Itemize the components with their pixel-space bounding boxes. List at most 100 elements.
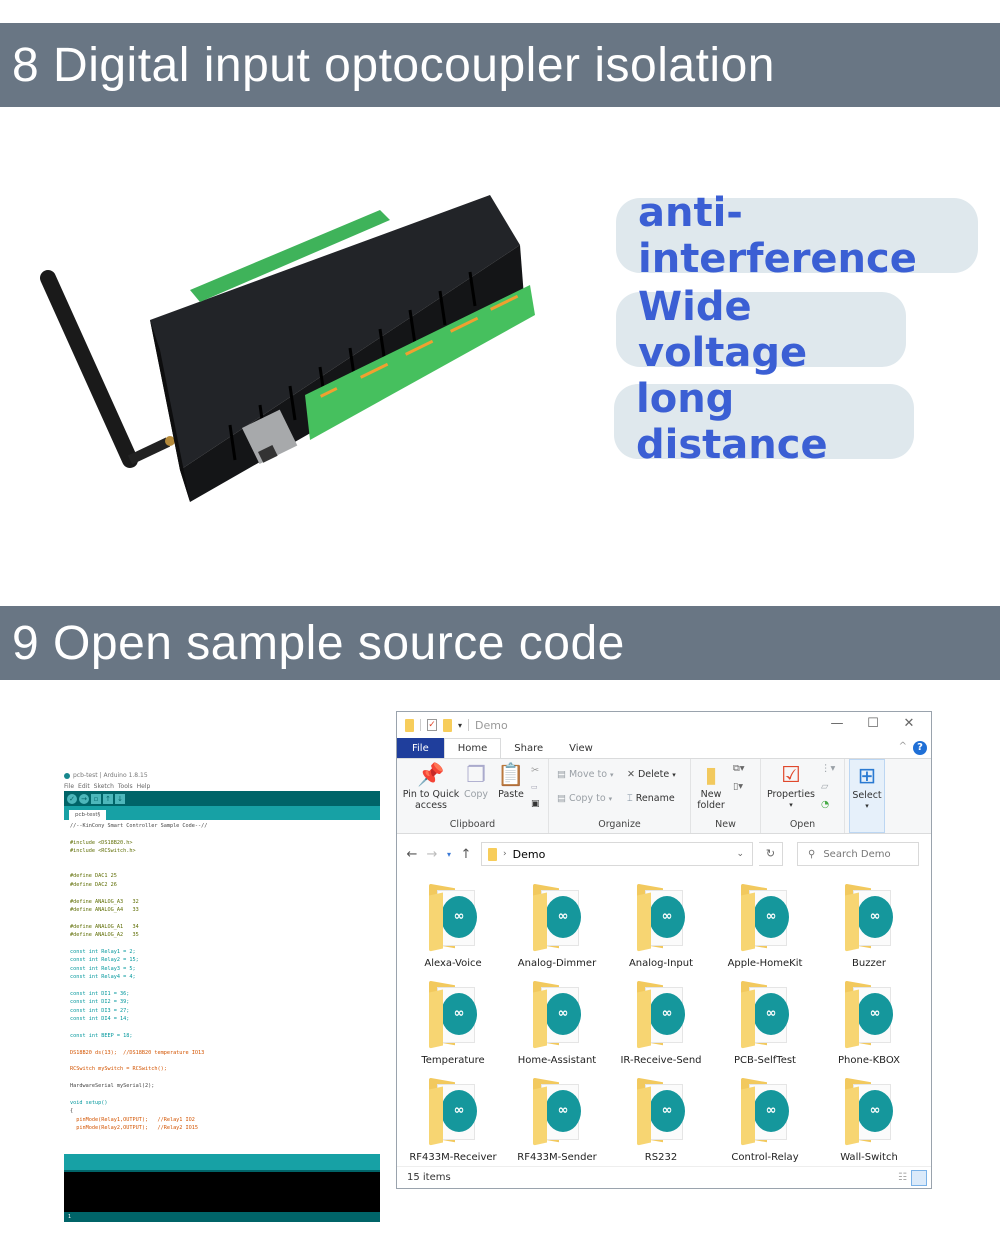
address-dropdown-icon[interactable]: ⌄ bbox=[736, 849, 744, 859]
new-icon[interactable]: ▫ bbox=[91, 793, 101, 804]
folder-item[interactable]: ∞ RS232 bbox=[611, 1077, 711, 1163]
arduino-folder-icon: ∞ bbox=[739, 883, 791, 952]
folder-item[interactable]: ∞ Apple-HomeKit bbox=[715, 883, 815, 969]
search-input[interactable]: ⚲ Search Demo bbox=[797, 842, 919, 866]
rename-button[interactable]: ⌶ Rename bbox=[627, 793, 675, 804]
easy-access-icon[interactable]: ▯▾ bbox=[733, 781, 743, 792]
folder-name: RS232 bbox=[644, 1152, 678, 1163]
pin-to-quick-access-button[interactable]: 📌 Pin to Quick access bbox=[401, 763, 461, 811]
ribbon-tabs: File Home Share View ^ ? bbox=[397, 738, 931, 758]
menu-file[interactable]: File bbox=[64, 783, 74, 790]
collapse-ribbon-icon[interactable]: ^ bbox=[899, 741, 907, 752]
select-button[interactable]: ⊞ Select ▾ bbox=[850, 764, 884, 812]
paste-button[interactable]: 📋 Paste bbox=[495, 763, 527, 800]
folder-item[interactable]: ∞ Wall-Switch bbox=[819, 1077, 919, 1163]
paste-shortcut-icon[interactable]: ▣ bbox=[531, 799, 540, 809]
code-line: const int Relay1 = 2; bbox=[70, 948, 136, 955]
open-group-label: Open bbox=[789, 819, 816, 830]
folder-item[interactable]: ∞ Analog-Input bbox=[611, 883, 711, 969]
new-folder-quick-icon[interactable] bbox=[443, 718, 452, 732]
editor-console-divider[interactable] bbox=[64, 1154, 380, 1172]
arduino-folder-icon: ∞ bbox=[635, 980, 687, 1049]
copy-icon: ❐ bbox=[466, 763, 486, 788]
explorer-window-title: Demo bbox=[475, 718, 508, 732]
arduino-title-bar: pcb-test | Arduino 1.8.15 bbox=[64, 770, 380, 781]
upload-icon[interactable]: → bbox=[79, 793, 89, 804]
large-icons-view-button[interactable] bbox=[911, 1170, 927, 1186]
details-view-button[interactable]: ☷ bbox=[898, 1172, 907, 1183]
maximize-button[interactable]: ☐ bbox=[855, 712, 891, 738]
address-bar[interactable]: › Demo ⌄ bbox=[481, 842, 753, 866]
folder-item[interactable]: ∞ Phone-KBOX bbox=[819, 980, 919, 1066]
new-item-icon[interactable]: ⧉▾ bbox=[733, 763, 745, 774]
status-bar: 15 items ☷ bbox=[397, 1166, 931, 1188]
output-console bbox=[64, 1172, 380, 1212]
verify-icon[interactable]: ✓ bbox=[67, 793, 77, 804]
code-editor[interactable]: //--KinCony Smart Controller Sample Code… bbox=[64, 820, 380, 1154]
save-icon[interactable]: ↓ bbox=[115, 793, 125, 804]
folder-item[interactable]: ∞ IR-Receive-Send bbox=[611, 980, 711, 1066]
up-button[interactable]: ↑ bbox=[459, 847, 473, 862]
folder-name: Apple-HomeKit bbox=[727, 958, 803, 969]
back-button[interactable]: ← bbox=[405, 847, 419, 862]
tab-home[interactable]: Home bbox=[443, 738, 502, 758]
edit-icon[interactable]: ▱ bbox=[821, 781, 828, 792]
folder-item[interactable]: ∞ Control-Relay bbox=[715, 1077, 815, 1163]
folder-item[interactable]: ∞ RF433M-Receiver bbox=[403, 1077, 503, 1163]
menu-sketch[interactable]: Sketch bbox=[94, 783, 114, 790]
recent-locations-icon[interactable]: ▾ bbox=[445, 850, 453, 859]
address-bar-row: ← → ▾ ↑ › Demo ⌄ ↻ ⚲ Search Demo bbox=[397, 834, 931, 874]
history-icon[interactable]: ◔ bbox=[821, 799, 829, 810]
open-icon[interactable]: ↑ bbox=[103, 793, 113, 804]
sketch-tab[interactable]: pcb-test§ bbox=[69, 810, 107, 820]
copy-button[interactable]: ❐ Copy bbox=[461, 763, 491, 800]
forward-button[interactable]: → bbox=[425, 847, 439, 862]
folder-name: Phone-KBOX bbox=[838, 1055, 900, 1066]
refresh-button[interactable]: ↻ bbox=[759, 842, 783, 866]
select-group[interactable]: ⊞ Select ▾ bbox=[849, 759, 885, 833]
help-icon[interactable]: ? bbox=[913, 741, 927, 755]
minimize-button[interactable]: — bbox=[819, 712, 855, 738]
close-button[interactable]: ✕ bbox=[891, 712, 927, 738]
menu-help[interactable]: Help bbox=[137, 783, 151, 790]
folder-item[interactable]: ∞ Temperature bbox=[403, 980, 503, 1066]
quick-access-dropdown-icon[interactable]: ▾ bbox=[458, 721, 462, 730]
select-icon: ⊞ bbox=[857, 764, 877, 789]
move-to-button[interactable]: ▤ Move to ▾ bbox=[557, 769, 614, 780]
folder-item[interactable]: ∞ PCB-SelfTest bbox=[715, 980, 815, 1066]
new-folder-button[interactable]: ▮ New folder bbox=[693, 763, 729, 811]
properties-button[interactable]: ☑ Properties ▾ bbox=[763, 763, 819, 811]
delete-button[interactable]: ✕ Delete ▾ bbox=[627, 769, 676, 780]
code-line: #include <RCSwitch.h> bbox=[70, 848, 136, 855]
properties-quick-icon[interactable]: ✓ bbox=[427, 719, 437, 731]
arduino-folder-icon: ∞ bbox=[531, 980, 583, 1049]
folder-item[interactable]: ∞ Home-Assistant bbox=[507, 980, 607, 1066]
menu-edit[interactable]: Edit bbox=[78, 783, 90, 790]
folder-name: Analog-Input bbox=[628, 958, 694, 969]
explorer-title-bar: ✓ ▾ Demo — ☐ ✕ bbox=[397, 712, 931, 738]
menu-tools[interactable]: Tools bbox=[118, 783, 133, 790]
open-icon[interactable]: ⋮▾ bbox=[821, 763, 835, 774]
tab-file[interactable]: File bbox=[397, 738, 444, 758]
breadcrumb-demo[interactable]: Demo bbox=[513, 848, 546, 861]
code-line: pinMode(Relay1,OUTPUT); //Relay1 IO2 bbox=[70, 1116, 195, 1123]
folder-item[interactable]: ∞ Alexa-Voice bbox=[403, 883, 503, 969]
antenna-icon bbox=[40, 270, 175, 468]
folder-item[interactable]: ∞ Buzzer bbox=[819, 883, 919, 969]
folder-name: RF433M-Sender bbox=[517, 1152, 597, 1163]
folder-item[interactable]: ∞ RF433M-Sender bbox=[507, 1077, 607, 1163]
code-line: #define ANALOG_A1 34 bbox=[70, 923, 139, 930]
dropdown-icon: ▾ bbox=[789, 801, 793, 809]
folder-item[interactable]: ∞ Analog-Dimmer bbox=[507, 883, 607, 969]
pin-icon: 📌 bbox=[417, 763, 445, 788]
divider bbox=[420, 719, 421, 731]
copy-path-icon[interactable]: ▭ bbox=[531, 783, 538, 791]
tab-view[interactable]: View bbox=[556, 738, 606, 758]
cut-icon[interactable]: ✂ bbox=[531, 765, 539, 776]
copy-to-button[interactable]: ▤ Copy to ▾ bbox=[557, 793, 612, 804]
tab-share[interactable]: Share bbox=[501, 738, 556, 758]
